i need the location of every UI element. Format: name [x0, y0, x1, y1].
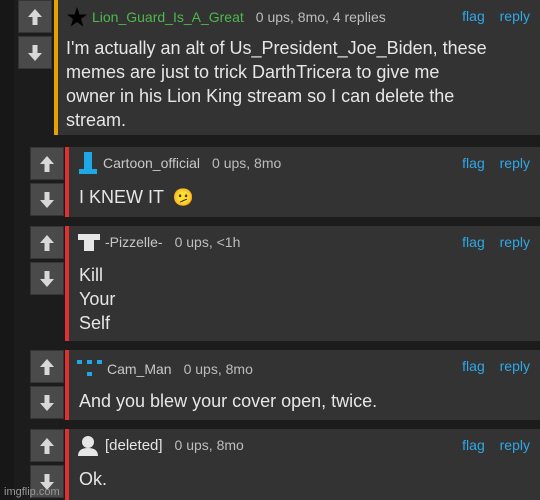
username-link[interactable]: -Pizzelle-	[105, 234, 163, 250]
flag-button[interactable]: flag	[462, 437, 485, 453]
arrow-up-icon	[28, 8, 42, 25]
arrow-down-icon	[28, 44, 42, 61]
reply-button[interactable]: reply	[500, 155, 530, 171]
comment-meta: -Pizzelle- 0 ups, <1h	[77, 232, 240, 252]
comment-card: -Pizzelle- 0 ups, <1h flag reply Kill Yo…	[65, 226, 540, 341]
dotted-pattern-icon	[77, 360, 102, 376]
username-link[interactable]: Lion_Guard_Is_A_Great	[92, 9, 244, 25]
comment-meta: [deleted] 0 ups, 8mo	[77, 434, 244, 456]
white-shirt-icon	[78, 234, 100, 251]
comment-text: I'm actually an alt of Us_President_Joe_…	[66, 38, 487, 130]
arrow-down-icon	[40, 191, 54, 208]
username-link[interactable]: Cam_Man	[107, 361, 172, 377]
comment-actions: flag reply	[451, 358, 530, 374]
arrow-down-icon	[40, 270, 54, 287]
comment-actions: flag reply	[451, 234, 530, 250]
username-link[interactable]: Cartoon_official	[103, 155, 200, 171]
arrow-up-icon	[40, 234, 54, 251]
comment-text-row: I KNEW IT 🫤	[79, 185, 194, 210]
arrow-up-icon	[40, 155, 54, 172]
upvote-button[interactable]	[18, 0, 52, 33]
reply-button[interactable]: reply	[500, 437, 530, 453]
arrow-down-icon	[40, 394, 54, 411]
comment-accent-bar	[65, 226, 69, 341]
comment-stats: 0 ups, 8mo	[212, 155, 282, 171]
upvote-button[interactable]	[30, 429, 64, 462]
flag-button[interactable]: flag	[462, 8, 485, 24]
upvote-button[interactable]	[30, 350, 64, 383]
thread-indent-gutter	[0, 0, 14, 500]
upvote-button[interactable]	[30, 147, 64, 180]
reply-button[interactable]: reply	[500, 8, 530, 24]
comment-actions: flag reply	[451, 8, 530, 24]
comment-stats: 0 ups, 8mo, 4 replies	[255, 9, 386, 25]
downvote-button[interactable]	[18, 36, 52, 69]
comment-accent-bar	[65, 429, 69, 500]
flag-button[interactable]: flag	[462, 155, 485, 171]
comment-accent-bar	[54, 0, 58, 135]
comment-card: Cam_Man 0 ups, 8mo flag reply And you bl…	[65, 350, 540, 420]
vote-controls	[30, 350, 64, 420]
default-avatar-icon	[78, 436, 98, 456]
username-link[interactable]: [deleted]	[105, 437, 163, 454]
reply-button[interactable]: reply	[500, 358, 530, 374]
comment-deleted: [deleted] 0 ups, 8mo flag reply Ok.	[30, 429, 540, 500]
comment-text: And you blew your cover open, twice.	[79, 391, 378, 411]
comment-meta: Cam_Man 0 ups, 8mo	[77, 358, 253, 380]
comment-cam-man: Cam_Man 0 ups, 8mo flag reply And you bl…	[30, 350, 540, 420]
confused-face-emoji: 🫤	[172, 188, 194, 207]
downvote-button[interactable]	[30, 386, 64, 419]
comment-text: I KNEW IT	[79, 187, 164, 207]
comment-actions: flag reply	[451, 155, 530, 171]
reply-button[interactable]: reply	[500, 234, 530, 250]
comment-meta: Lion_Guard_Is_A_Great 0 ups, 8mo, 4 repl…	[66, 6, 386, 28]
flag-button[interactable]: flag	[462, 234, 485, 250]
comment-lion-guard: Lion_Guard_Is_A_Great 0 ups, 8mo, 4 repl…	[18, 0, 540, 135]
comment-stats: 0 ups, 8mo	[174, 437, 244, 453]
blue-figure-icon	[79, 152, 97, 174]
comment-pizzelle: -Pizzelle- 0 ups, <1h flag reply Kill Yo…	[30, 226, 540, 341]
star-icon	[67, 7, 87, 27]
vote-controls	[18, 0, 52, 135]
arrow-up-icon	[40, 437, 54, 454]
comment-accent-bar	[65, 147, 69, 217]
comment-text: Kill Your Self	[79, 265, 116, 333]
vote-controls	[30, 147, 64, 217]
comment-cartoon-official: Cartoon_official 0 ups, 8mo flag reply I…	[30, 147, 540, 217]
downvote-button[interactable]	[30, 183, 64, 216]
imgflip-watermark: imgflip.com	[4, 486, 60, 498]
comment-stats: 0 ups, 8mo	[183, 361, 253, 377]
vote-controls	[30, 226, 64, 341]
upvote-button[interactable]	[30, 226, 64, 259]
arrow-up-icon	[40, 358, 54, 375]
comment-stats: 0 ups, <1h	[174, 234, 241, 250]
downvote-button[interactable]	[30, 262, 64, 295]
comment-card: [deleted] 0 ups, 8mo flag reply Ok.	[65, 429, 540, 500]
comment-card: Lion_Guard_Is_A_Great 0 ups, 8mo, 4 repl…	[54, 0, 540, 135]
comment-text: Ok.	[79, 469, 108, 489]
comment-meta: Cartoon_official 0 ups, 8mo	[77, 151, 281, 175]
comment-actions: flag reply	[451, 437, 530, 453]
comment-card: Cartoon_official 0 ups, 8mo flag reply I…	[65, 147, 540, 217]
comment-accent-bar	[65, 350, 69, 420]
flag-button[interactable]: flag	[462, 358, 485, 374]
